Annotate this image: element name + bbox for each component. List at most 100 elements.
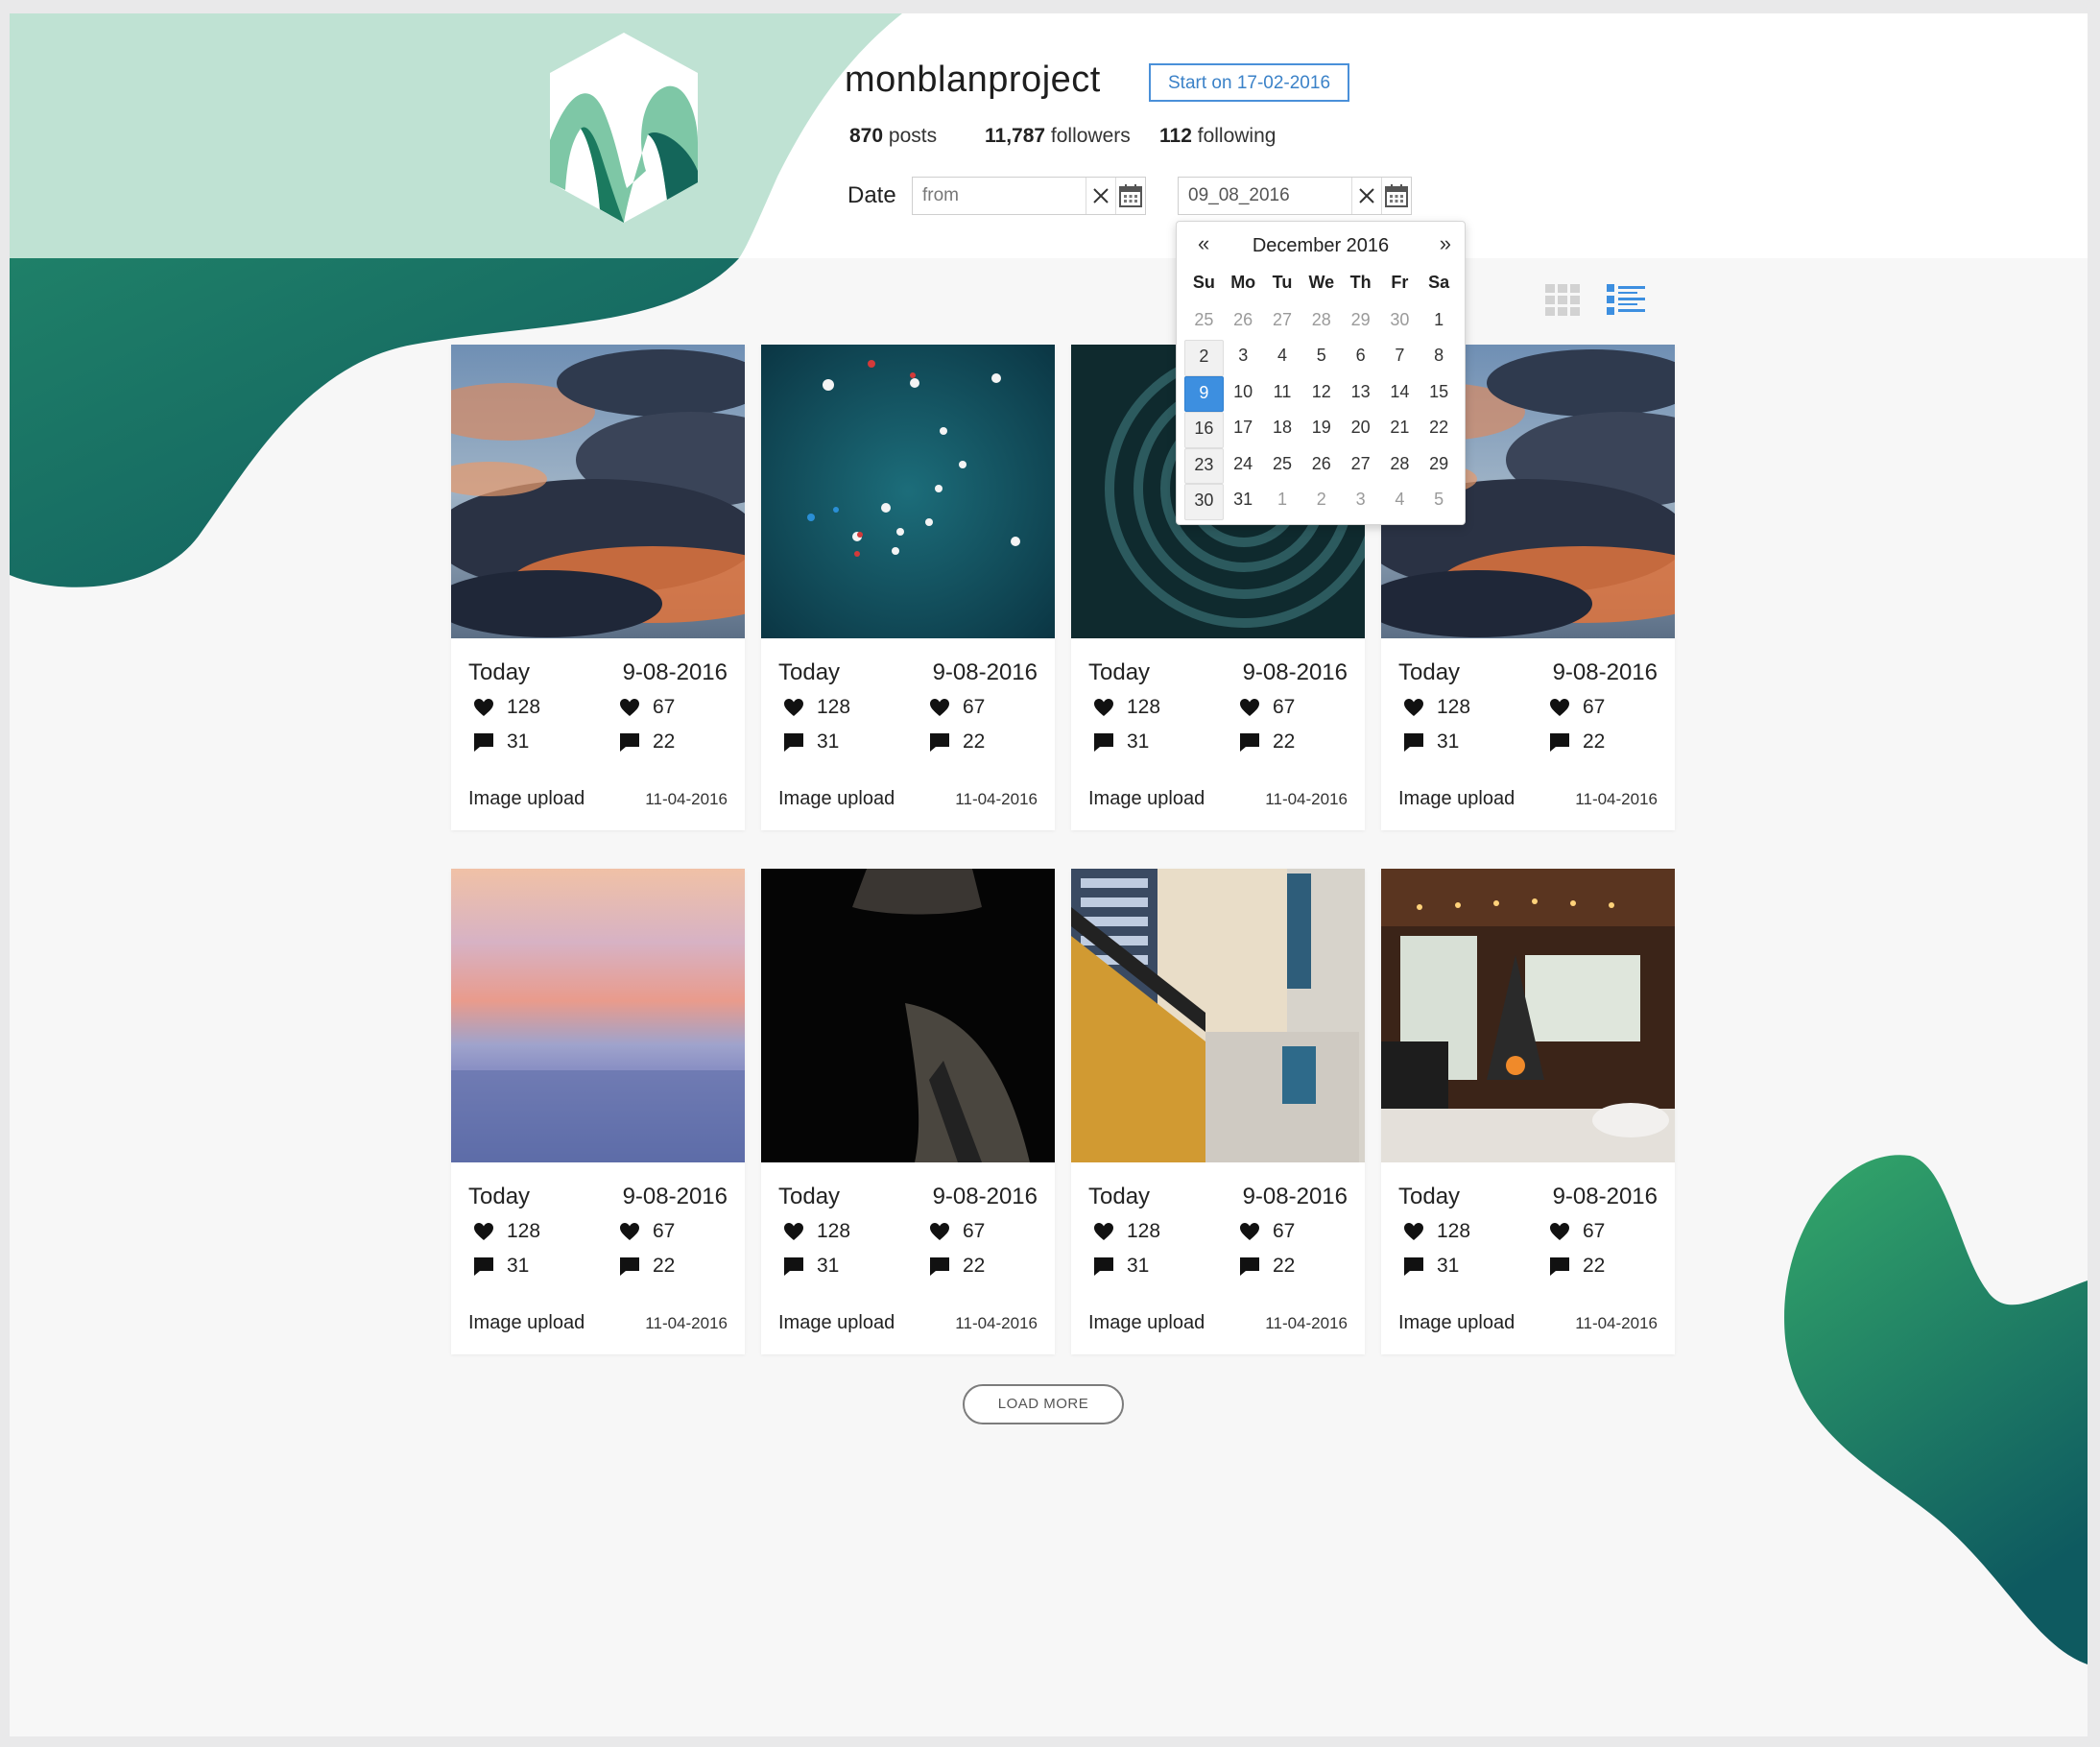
posts-label: posts bbox=[888, 125, 938, 147]
calendar-day[interactable]: 15 bbox=[1420, 376, 1459, 413]
calendar-day[interactable]: 4 bbox=[1263, 340, 1302, 376]
datepicker-month-title: December 2016 bbox=[1252, 235, 1390, 256]
upload-date: 11-04-2016 bbox=[1265, 1314, 1348, 1332]
comments-count-secondary: 22 bbox=[963, 730, 986, 753]
start-date-button[interactable]: Start on 17-02-2016 bbox=[1149, 63, 1350, 102]
likes-stat-secondary: 67 bbox=[618, 696, 675, 719]
calendar-day[interactable]: 25 bbox=[1263, 448, 1302, 485]
likes-count-secondary: 67 bbox=[1273, 1220, 1296, 1242]
calendar-day[interactable]: 24 bbox=[1224, 448, 1263, 485]
comment-icon bbox=[620, 1257, 639, 1276]
calendar-day[interactable]: 13 bbox=[1341, 376, 1380, 413]
post-date: 9-08-2016 bbox=[932, 1184, 1038, 1209]
upload-label: Image upload bbox=[1398, 788, 1515, 809]
calendar-day[interactable]: 26 bbox=[1224, 304, 1263, 341]
calendar-day[interactable]: 16 bbox=[1184, 412, 1224, 448]
post-card[interactable]: Today 9-08-2016 128 67 31 22 Image uploa… bbox=[1071, 869, 1365, 1354]
calendar-day[interactable]: 8 bbox=[1420, 340, 1459, 376]
calendar-day[interactable]: 6 bbox=[1341, 340, 1380, 376]
next-month-button[interactable]: » bbox=[1440, 231, 1451, 256]
calendar-day[interactable]: 14 bbox=[1380, 376, 1420, 413]
post-image[interactable] bbox=[1071, 869, 1365, 1162]
clear-to-button[interactable] bbox=[1351, 178, 1381, 214]
post-image[interactable] bbox=[451, 345, 745, 638]
calendar-day[interactable]: 27 bbox=[1263, 304, 1302, 341]
calendar-day[interactable]: 4 bbox=[1380, 484, 1420, 520]
comments-stat-secondary: 22 bbox=[928, 730, 985, 754]
post-image[interactable] bbox=[761, 345, 1055, 638]
clear-from-button[interactable] bbox=[1086, 178, 1115, 214]
date-from-input[interactable] bbox=[913, 179, 1086, 213]
calendar-day[interactable]: 1 bbox=[1263, 484, 1302, 520]
comment-icon bbox=[784, 1257, 803, 1276]
calendar-day[interactable]: 3 bbox=[1224, 340, 1263, 376]
grid-view-icon[interactable] bbox=[1545, 282, 1580, 317]
post-card[interactable]: Today 9-08-2016 128 67 31 22 Image uploa… bbox=[761, 345, 1055, 830]
date-filter-label: Date bbox=[847, 182, 896, 208]
calendar-day[interactable]: 10 bbox=[1224, 376, 1263, 413]
comments-count-secondary: 22 bbox=[1273, 730, 1296, 753]
calendar-day-selected[interactable]: 9 bbox=[1184, 375, 1224, 412]
calendar-day[interactable]: 11 bbox=[1263, 376, 1302, 413]
calendar-day[interactable]: 20 bbox=[1341, 412, 1380, 448]
post-image[interactable] bbox=[451, 869, 745, 1162]
brand-logo bbox=[550, 33, 698, 223]
calendar-day[interactable]: 26 bbox=[1301, 448, 1341, 485]
heart-icon bbox=[1240, 699, 1259, 716]
comments-stat-secondary: 22 bbox=[1548, 730, 1605, 754]
followers-stat: 11,787 followers bbox=[985, 125, 1131, 148]
calendar-day[interactable]: 25 bbox=[1184, 304, 1224, 341]
calendar-day[interactable]: 2 bbox=[1184, 340, 1224, 376]
open-to-calendar-button[interactable] bbox=[1381, 178, 1411, 214]
calendar-day[interactable]: 2 bbox=[1301, 484, 1341, 520]
calendar-day[interactable]: 29 bbox=[1341, 304, 1380, 341]
calendar-icon bbox=[1385, 184, 1408, 207]
load-more-button[interactable]: LOAD MORE bbox=[963, 1384, 1124, 1424]
calendar-day[interactable]: 31 bbox=[1224, 484, 1263, 520]
post-image[interactable] bbox=[1381, 869, 1675, 1162]
week-row: 25 26 27 28 29 30 1 bbox=[1184, 304, 1459, 341]
likes-count-secondary: 67 bbox=[653, 696, 676, 718]
calendar-day[interactable]: 21 bbox=[1380, 412, 1420, 448]
calendar-day[interactable]: 29 bbox=[1420, 448, 1459, 485]
calendar-day[interactable]: 18 bbox=[1263, 412, 1302, 448]
calendar-day[interactable]: 30 bbox=[1380, 304, 1420, 341]
calendar-day[interactable]: 12 bbox=[1301, 376, 1341, 413]
post-image-art bbox=[451, 869, 745, 1162]
date-to-input[interactable] bbox=[1179, 179, 1351, 213]
post-card[interactable]: Today 9-08-2016 128 67 31 22 Image uploa… bbox=[451, 345, 745, 830]
comments-stat-secondary: 22 bbox=[928, 1255, 985, 1278]
calendar-day[interactable]: 22 bbox=[1420, 412, 1459, 448]
calendar-day[interactable]: 28 bbox=[1301, 304, 1341, 341]
comments-count: 31 bbox=[1437, 730, 1460, 753]
calendar-day[interactable]: 19 bbox=[1301, 412, 1341, 448]
heart-icon bbox=[784, 1223, 803, 1240]
likes-stat: 128 bbox=[472, 696, 540, 719]
post-image-art bbox=[1381, 869, 1675, 1162]
calendar-day[interactable]: 3 bbox=[1341, 484, 1380, 520]
post-card[interactable]: Today 9-08-2016 128 67 31 22 Image uploa… bbox=[451, 869, 745, 1354]
post-date: 9-08-2016 bbox=[622, 659, 728, 685]
upload-label: Image upload bbox=[468, 788, 585, 809]
post-card[interactable]: Today 9-08-2016 128 67 31 22 Image uploa… bbox=[761, 869, 1055, 1354]
calendar-day[interactable]: 27 bbox=[1341, 448, 1380, 485]
calendar-day[interactable]: 17 bbox=[1224, 412, 1263, 448]
likes-stat: 128 bbox=[472, 1220, 540, 1243]
calendar-day[interactable]: 28 bbox=[1380, 448, 1420, 485]
calendar-day[interactable]: 23 bbox=[1184, 447, 1224, 484]
likes-count-secondary: 67 bbox=[963, 1220, 986, 1242]
likes-count-secondary: 67 bbox=[963, 696, 986, 718]
calendar-day[interactable]: 30 bbox=[1184, 484, 1224, 520]
calendar-day[interactable]: 1 bbox=[1420, 304, 1459, 341]
likes-count-secondary: 67 bbox=[653, 1220, 676, 1242]
calendar-day[interactable]: 7 bbox=[1380, 340, 1420, 376]
post-date: 9-08-2016 bbox=[932, 659, 1038, 685]
post-card[interactable]: Today 9-08-2016 128 67 31 22 Image uploa… bbox=[1381, 869, 1675, 1354]
post-period-label: Today bbox=[1088, 659, 1151, 685]
calendar-day[interactable]: 5 bbox=[1420, 484, 1459, 520]
open-from-calendar-button[interactable] bbox=[1115, 178, 1145, 214]
datepicker-grid: Su Mo Tu We Th Fr Sa 25 26 27 28 29 30 1 2 3 4 5 6 7 8 9 10 11 1… bbox=[1184, 268, 1459, 520]
list-view-icon[interactable] bbox=[1607, 282, 1645, 317]
post-image[interactable] bbox=[761, 869, 1055, 1162]
calendar-day[interactable]: 5 bbox=[1301, 340, 1341, 376]
